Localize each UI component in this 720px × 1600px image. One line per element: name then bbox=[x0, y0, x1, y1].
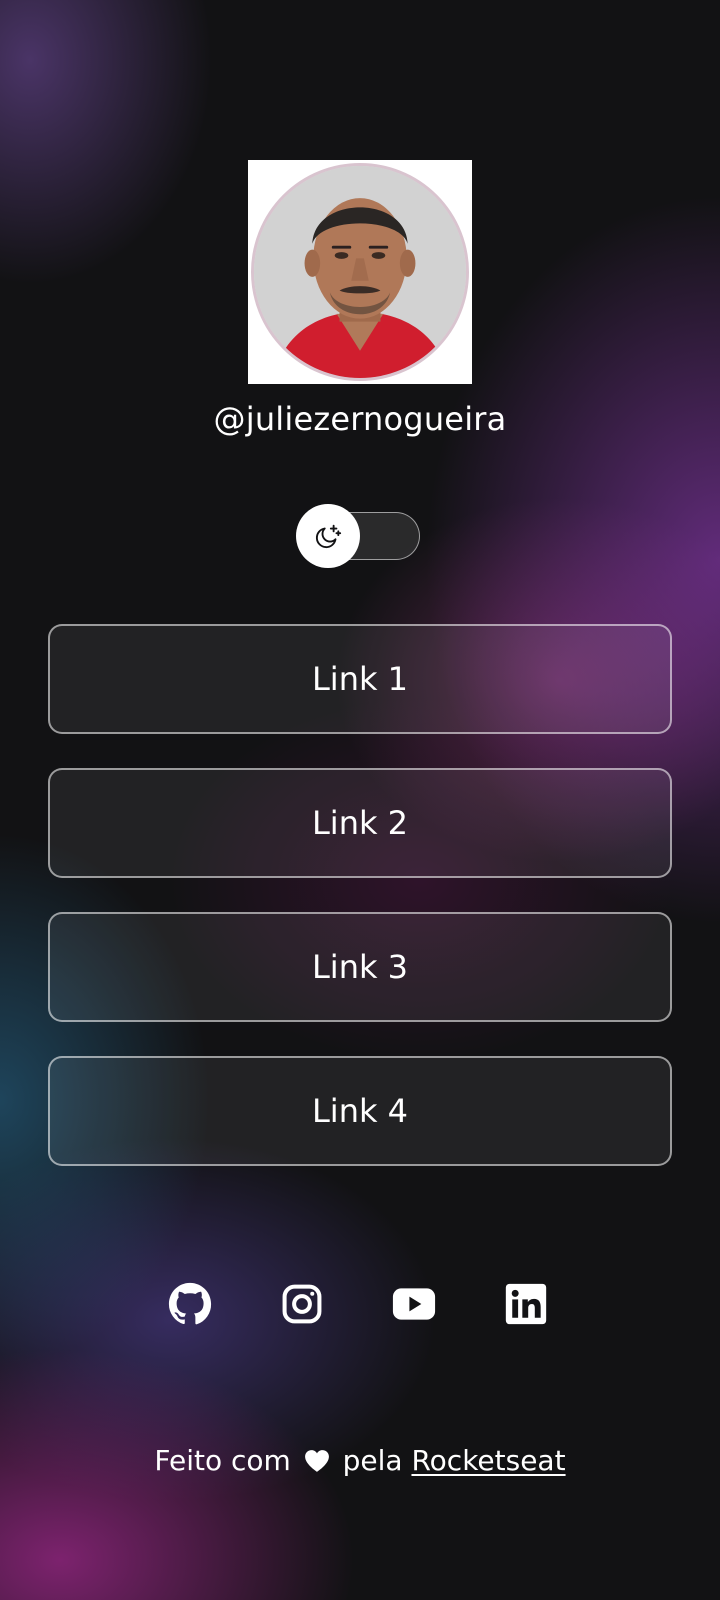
github-link[interactable] bbox=[166, 1280, 214, 1328]
footer-prefix: Feito com bbox=[154, 1444, 291, 1477]
github-icon bbox=[168, 1282, 212, 1325]
moon-stars-icon bbox=[316, 524, 342, 548]
youtube-icon bbox=[392, 1288, 436, 1320]
linkedin-link[interactable] bbox=[502, 1280, 550, 1328]
rocketseat-link[interactable]: Rocketseat bbox=[411, 1444, 565, 1477]
social-links bbox=[0, 1280, 720, 1328]
theme-toggle-knob[interactable] bbox=[296, 504, 360, 568]
page: @juliezernogueira Link 1 Link 2 Link 3 L… bbox=[0, 0, 720, 1600]
linkedin-icon bbox=[505, 1283, 547, 1325]
avatar bbox=[248, 160, 472, 384]
instagram-link[interactable] bbox=[278, 1280, 326, 1328]
profile-username: @juliezernogueira bbox=[213, 400, 507, 438]
link-1-button[interactable]: Link 1 bbox=[48, 624, 672, 734]
link-4-button[interactable]: Link 4 bbox=[48, 1056, 672, 1166]
heart-icon bbox=[304, 1447, 330, 1480]
links-list: Link 1 Link 2 Link 3 Link 4 bbox=[48, 624, 672, 1200]
link-3-button[interactable]: Link 3 bbox=[48, 912, 672, 1022]
footer: Feito com pela Rocketseat bbox=[0, 1444, 720, 1480]
instagram-icon bbox=[282, 1284, 322, 1324]
link-2-button[interactable]: Link 2 bbox=[48, 768, 672, 878]
avatar-photo bbox=[251, 163, 469, 381]
theme-toggle[interactable] bbox=[296, 504, 424, 568]
youtube-link[interactable] bbox=[390, 1280, 438, 1328]
footer-middle: pela bbox=[342, 1444, 403, 1477]
